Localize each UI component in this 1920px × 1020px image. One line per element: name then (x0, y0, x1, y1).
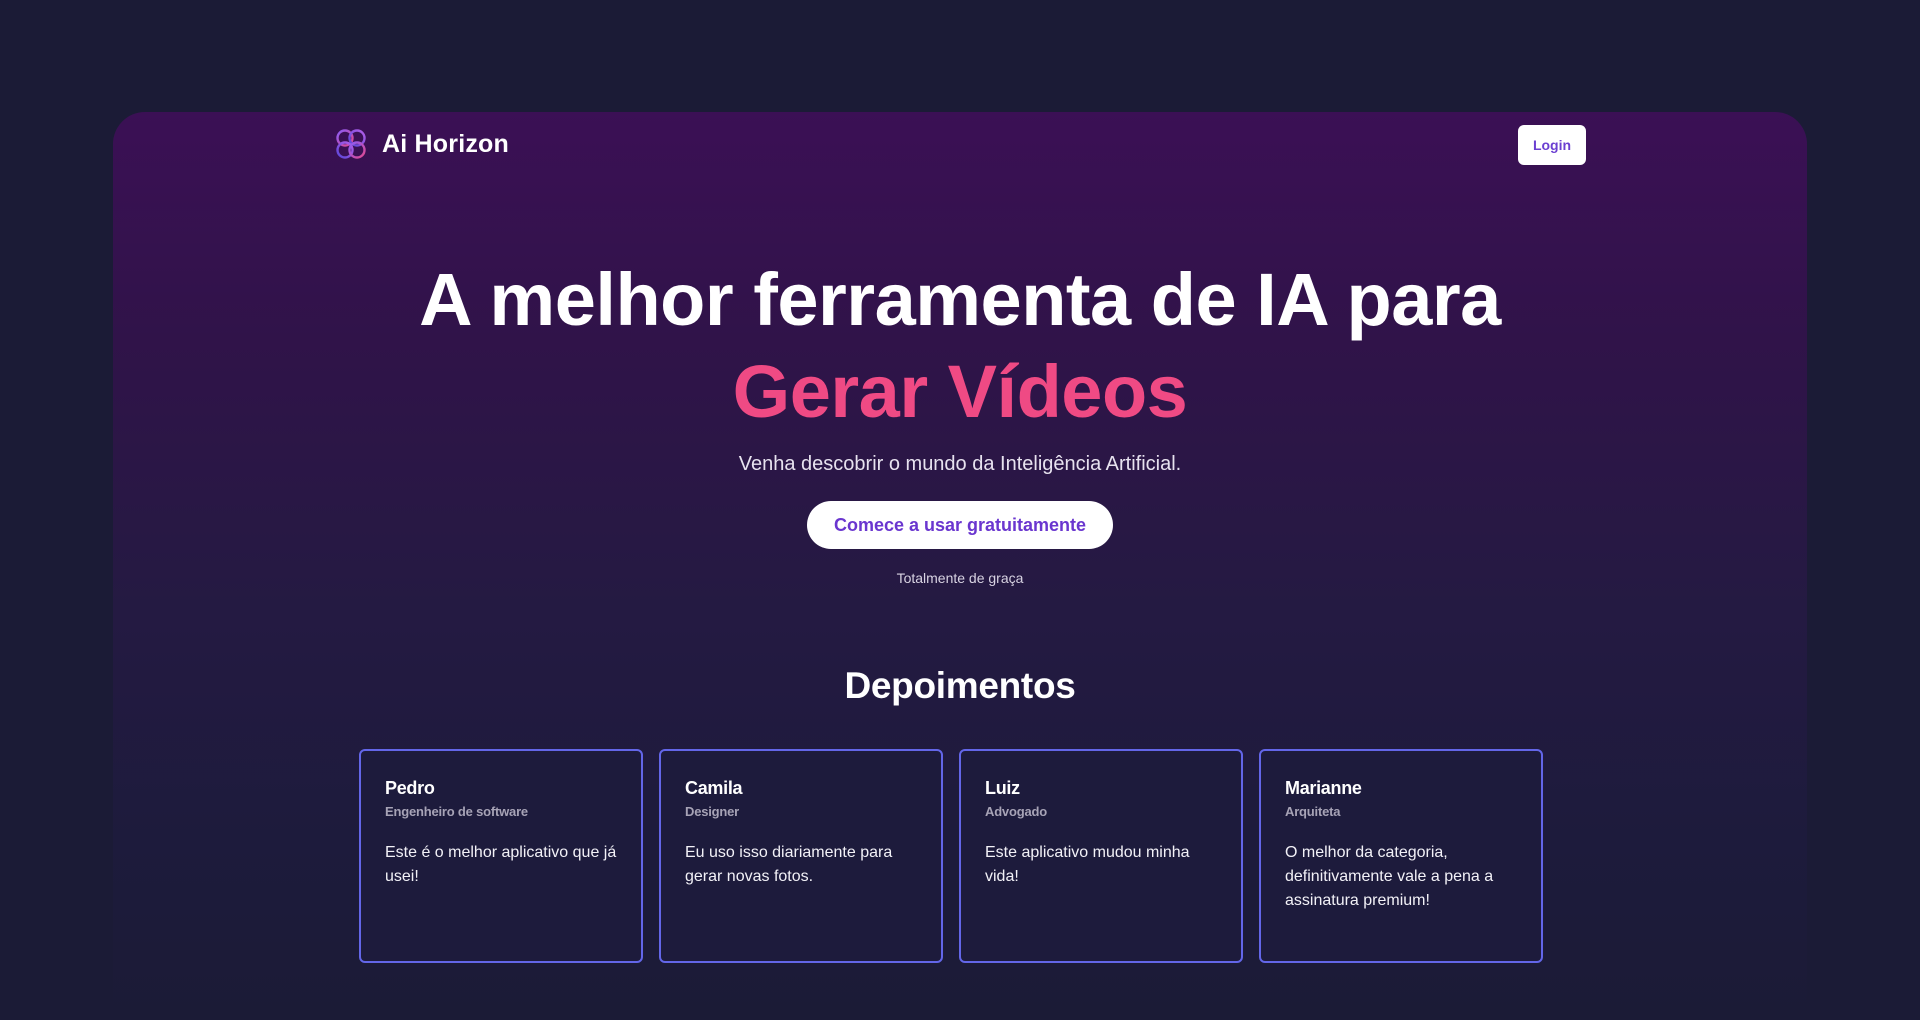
navbar: Ai Horizon Login (334, 125, 1586, 165)
testimonial-name: Marianne (1285, 778, 1362, 798)
testimonial-card: Pedro Engenheiro de software Este é o me… (359, 749, 643, 963)
testimonial-card: Camila Designer Eu uso isso diariamente … (659, 749, 943, 963)
brand[interactable]: Ai Horizon (334, 127, 509, 161)
login-button[interactable]: Login (1518, 125, 1586, 165)
testimonial-role: Arquiteta (1285, 804, 1341, 819)
headline-accent: Gerar Vídeos (732, 350, 1188, 433)
testimonial-role: Advogado (985, 804, 1047, 819)
testimonial-name: Luiz (985, 778, 1020, 798)
page: Ai Horizon Login A melhor ferramenta de … (0, 0, 1920, 1020)
brand-name: Ai Horizon (382, 129, 509, 158)
testimonial-name: Pedro (385, 778, 435, 798)
cta-note: Totalmente de graça (896, 570, 1024, 586)
hero-headline: A melhor ferramenta de IA para Gerar Víd… (113, 254, 1807, 438)
testimonial-name: Camila (685, 778, 743, 798)
hero-subtitle: Venha descobrir o mundo da Inteligência … (738, 453, 1182, 475)
hero-section: Ai Horizon Login A melhor ferramenta de … (113, 112, 1807, 1020)
testimonial-text: Eu uso isso diariamente para gerar novas… (685, 844, 893, 885)
start-free-button[interactable]: Comece a usar gratuitamente (807, 501, 1113, 549)
testimonial-card: Marianne Arquiteta O melhor da categoria… (1259, 749, 1543, 963)
ai-horizon-logo-icon (336, 129, 366, 159)
testimonial-list: Pedro Engenheiro de software Este é o me… (359, 749, 1543, 963)
testimonial-text: Este aplicativo mudou minha vida! (985, 844, 1190, 885)
testimonial-text: Este é o melhor aplicativo que já usei! (385, 844, 617, 885)
testimonial-role: Engenheiro de software (385, 804, 528, 819)
testimonial-role: Designer (685, 804, 740, 819)
headline-text: A melhor ferramenta de IA para (419, 258, 1501, 341)
testimonial-card: Luiz Advogado Este aplicativo mudou minh… (959, 749, 1243, 963)
testimonial-text: O melhor da categoria, definitivamente v… (1285, 844, 1494, 909)
testimonials-title: Depoimentos (844, 665, 1076, 706)
